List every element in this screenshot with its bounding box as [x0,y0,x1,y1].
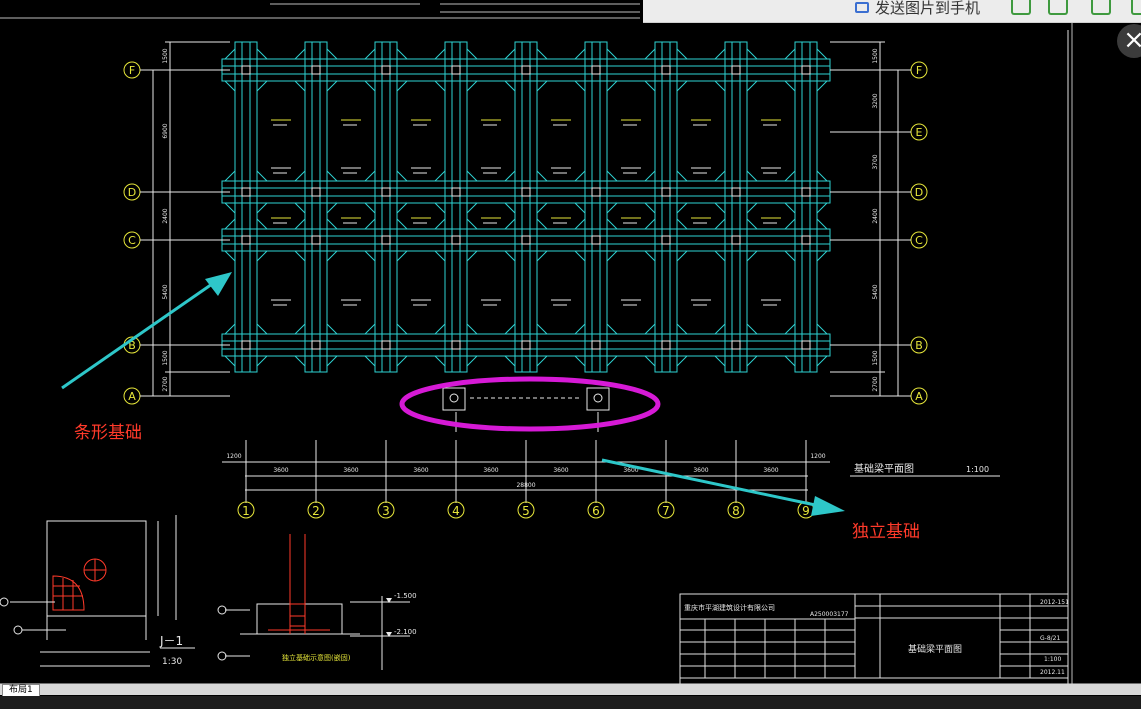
sheet-date: 2012.11 [1040,669,1065,676]
edge-dim-left: 1200 [226,453,241,460]
sheet-title: 基础梁平面图 [908,643,962,655]
grid-row-label-d: D [915,186,923,199]
isolated-foundation-label: 独立基础 [852,522,920,542]
bay-dim-4: 3600 [553,467,568,474]
edge-dim-right: 1200 [810,453,825,460]
company-name: 重庆市平湖建筑设计有限公司 [684,603,775,612]
grid-row-label-d: D [128,186,136,199]
refresh-icon[interactable] [1131,0,1141,15]
grid-col-label-2: 2 [312,504,320,518]
bay-dim-2: 3600 [413,467,428,474]
viewer-toolbar: 发送图片到手机 [643,0,1141,23]
grid-col-label-6: 6 [592,504,600,518]
grid-row-label-f: F [129,64,135,77]
bottom-dimension-labels: 1200 12003600 3600 3600 3600 3600 3600 3600 3600… [226,440,826,503]
bay-dim-3: 3600 [483,467,498,474]
cert-number: A250003177 [810,611,849,618]
grid-row-label-e: E [916,126,923,139]
cad-drawing-canvas[interactable]: 1500 6900 2400 5400 1500 2700 1500 3200 3700 240… [0,0,1141,709]
elevation-top: -1.500 [394,592,417,600]
send-to-phone-label: 发送图片到手机 [875,0,981,17]
left-dim-1: 6900 [162,123,169,138]
right-dim-3: 2400 [872,208,879,223]
grid-col-label-3: 3 [382,504,390,518]
export-icon[interactable] [1091,0,1111,15]
status-bar [0,696,1141,709]
grid-col-label-8: 8 [732,504,740,518]
grid-row-label-a: A [128,390,136,403]
right-dim-1: 3200 [872,93,879,108]
bay-dim-0: 3600 [273,467,288,474]
layout-tab-bar [0,684,1141,695]
left-dim-2: 2400 [162,208,169,223]
plan-title: 基础梁平面图 [854,462,914,475]
section-note: 独立基础示意图(嵌固) [282,653,351,662]
right-dim-2: 3700 [872,154,879,169]
grid-row-label-b: B [915,339,923,352]
bay-dim-1: 3600 [343,467,358,474]
picture-icon [855,1,869,13]
elevation-bottom: -2.100 [394,628,417,636]
project-number: 2012-151 [1040,599,1069,606]
footing-label: J－1 [159,634,183,648]
grid-col-label-9: 9 [802,504,810,518]
grid-col-label-5: 5 [522,504,530,518]
layout-tab[interactable]: 布局1 [2,684,40,696]
right-dim-5: 1500 [872,350,879,365]
left-dim-0: 1500 [162,48,169,63]
left-dim-4: 1500 [162,350,169,365]
grid-row-label-c: C [128,234,136,247]
rotate-icon[interactable] [1011,0,1031,15]
send-to-phone-button[interactable]: 发送图片到手机 [855,0,980,17]
strip-foundation-label: 条形基础 [74,423,142,443]
left-dim-5: 2700 [162,376,169,391]
plan-scale: 1:100 [966,465,989,474]
right-dim-6: 2700 [872,376,879,391]
grid-col-label-7: 7 [662,504,670,518]
grid-row-label-a: A [915,390,923,403]
right-dim-0: 1500 [872,48,879,63]
bay-dim-7: 3600 [763,467,778,474]
left-dim-3: 5400 [162,284,169,299]
right-dim-4: 5400 [872,284,879,299]
bay-dim-6: 3600 [693,467,708,474]
close-icon: × [1123,25,1141,55]
grid-row-label-c: C [915,234,923,247]
save-icon[interactable] [1048,0,1068,15]
footing-scale: 1:30 [162,657,182,667]
grid-row-label-f: F [916,64,922,77]
grid-col-label-4: 4 [452,504,460,518]
grid-col-label-1: 1 [242,504,250,518]
sheet-scale: 1:100 [1044,656,1061,663]
drawing-number: G-8/21 [1040,635,1060,642]
